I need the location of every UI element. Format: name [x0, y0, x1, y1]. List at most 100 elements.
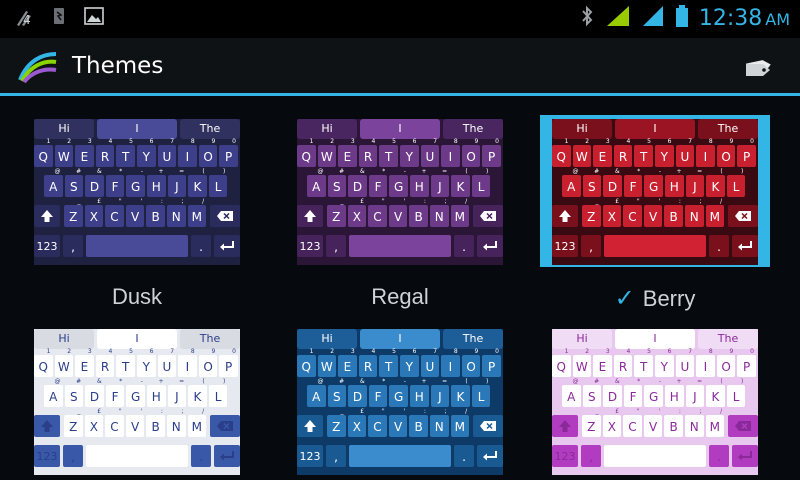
- theme-preview-frame[interactable]: Hi I The Q 1 W 2 E 3 R 4 T 5 Y 6 U 7 I 8 O 9 P 0 A @ S # D & F * G - H + J =…: [22, 325, 252, 477]
- bluetooth-icon: [579, 4, 595, 32]
- key: O9: [716, 348, 736, 377]
- key-label: S: [588, 390, 596, 404]
- key: Z _: [64, 408, 83, 437]
- key: D &: [603, 378, 622, 407]
- key-label: S: [333, 180, 341, 194]
- key-alt-label: ): [485, 378, 489, 385]
- key-alt-label: 7: [688, 138, 693, 145]
- theme-preview-frame[interactable]: Hi I The Q 1 W 2 E 3 R 4 T 5 Y 6 U 7 I 8 O 9 P 0 A @ S # D & F * G - H + J =…: [285, 325, 515, 477]
- key: P0: [737, 348, 756, 377]
- key-label: D: [607, 390, 618, 404]
- key-alt-label: 4: [108, 138, 113, 145]
- key-alt-label: :: [160, 198, 163, 205]
- key-alt-label: *: [637, 168, 641, 175]
- key-alt-label: 0: [495, 348, 499, 355]
- key: P0: [482, 348, 501, 377]
- keyboard-preview[interactable]: Hi I The Q 1 W 2 E 3 R 4 T 5 Y 6 U 7 I 8 O 9 P 0 A @ S # D & F * G - H + J =…: [297, 119, 503, 265]
- key-alt-label: +: [421, 378, 427, 385]
- key-alt-label: +: [676, 168, 682, 175]
- key-alt-label: =: [442, 378, 448, 385]
- key: Z _: [64, 198, 83, 227]
- key-label: H: [151, 180, 161, 194]
- enter-icon: [483, 451, 497, 461]
- key-label: Y: [405, 360, 413, 374]
- key-alt-label: 3: [605, 138, 610, 145]
- key-label: Y: [660, 360, 668, 374]
- key-alt-label: *: [119, 378, 123, 385]
- spacebar: [604, 235, 706, 257]
- key: M /: [187, 408, 207, 437]
- key-alt-label: &: [615, 168, 620, 175]
- shift-icon: [304, 210, 316, 222]
- key-alt-label: £: [97, 198, 102, 205]
- key: H +: [665, 378, 684, 407]
- key: W2: [572, 348, 592, 377]
- key-label: S: [70, 390, 78, 404]
- key-alt-label: /: [202, 198, 205, 205]
- notification-icons: 4: [14, 6, 104, 30]
- key-alt-label: =: [179, 168, 185, 175]
- key: S #: [582, 378, 602, 407]
- theme-preview-frame[interactable]: Hi I The Q 1 W 2 E 3 R 4 T 5 Y 6 U 7 I 8 O 9 P 0 A @ S # D & F * G - H + J =…: [22, 115, 252, 267]
- key: U7: [157, 138, 177, 167]
- keyboard-preview[interactable]: Hi I The Q 1 W 2 E 3 R 4 T 5 Y 6 U 7 I 8 O 9 P 0 A @ S # D & F * G - H + J =…: [297, 329, 503, 475]
- key: E3: [338, 138, 357, 167]
- enter-icon: [738, 241, 752, 251]
- key-label: C: [628, 210, 637, 224]
- key-label: D: [607, 180, 618, 194]
- key-label: N: [171, 210, 181, 224]
- key-alt-label: +: [158, 168, 164, 175]
- key-label: 123: [299, 450, 321, 463]
- spacebar: [349, 445, 451, 467]
- key: E3: [338, 348, 357, 377]
- status-bar: 4 12:38 AM: [0, 0, 800, 38]
- key-alt-label: ;: [444, 408, 447, 415]
- key: V ': [388, 408, 408, 437]
- tag-icon[interactable]: [744, 55, 774, 83]
- theme-preview-frame[interactable]: Hi I The Q 1 W 2 E 3 R 4 T 5 Y 6 U 7 I 8 O 9 P 0 A @ S # D & F * G - H + J =…: [540, 115, 770, 267]
- key: M /: [705, 198, 725, 227]
- key-alt-label: (: [465, 378, 468, 385]
- key-alt-label: ': [658, 198, 661, 205]
- key: N;: [685, 408, 704, 437]
- key-label: E: [80, 360, 89, 374]
- comma-key: ,: [63, 445, 83, 467]
- swiftkey-logo-icon[interactable]: [18, 50, 58, 88]
- key-label: Z: [587, 210, 596, 224]
- key-alt-label: ": [636, 408, 640, 415]
- key-label: K: [193, 390, 202, 404]
- theme-preview-frame[interactable]: Hi I The Q 1 W 2 E 3 R 4 T 5 Y 6 U 7 I 8 O 9 P 0 A @ S # D & F * G - H + J =…: [285, 115, 515, 267]
- key-label: F: [374, 180, 382, 194]
- key-alt-label: +: [421, 168, 427, 175]
- key-label: V: [130, 210, 140, 224]
- prediction-2: I: [360, 329, 440, 349]
- key: F *: [368, 168, 388, 197]
- key: G-: [389, 168, 408, 197]
- key: M /: [450, 408, 470, 437]
- system-icons: 12:38 AM: [579, 4, 790, 32]
- key: X £: [347, 408, 367, 437]
- prediction-2: I: [615, 119, 695, 139]
- keyboard-preview[interactable]: Hi I The Q 1 W 2 E 3 R 4 T 5 Y 6 U 7 I 8 O 9 P 0 A @ S # D & F * G - H + J =…: [34, 329, 240, 475]
- key: E3: [75, 348, 94, 377]
- key-label: J: [175, 180, 179, 194]
- key-alt-label: 6: [412, 138, 417, 145]
- key: C ": [105, 408, 124, 437]
- key-label: L: [477, 390, 485, 404]
- prediction-3: The: [443, 119, 503, 139]
- key: T5: [116, 138, 135, 167]
- keyboard-preview[interactable]: Hi I The Q 1 W 2 E 3 R 4 T 5 Y 6 U 7 I 8 O 9 P 0 A @ S # D & F * G - H + J =…: [552, 119, 758, 265]
- key: J =: [685, 378, 705, 407]
- keyboard-preview[interactable]: Hi I The Q 1 W 2 E 3 R 4 T 5 Y 6 U 7 I 8 O 9 P 0 A @ S # D & F * G - H + J =…: [34, 119, 240, 265]
- key: Z _: [582, 198, 601, 227]
- key-label: .: [199, 240, 203, 254]
- key-label: C: [110, 420, 119, 434]
- shift-key: [297, 205, 323, 227]
- key-label: K: [456, 390, 465, 404]
- theme-preview-frame[interactable]: Hi I The Q 1 W 2 E 3 R 4 T 5 Y 6 U 7 I 8 O 9 P 0 A @ S # D & F * G - H + J =…: [540, 325, 770, 477]
- key-label: .: [462, 240, 466, 254]
- key: B:: [146, 408, 165, 437]
- keyboard-preview[interactable]: Hi I The Q 1 W 2 E 3 R 4 T 5 Y 6 U 7 I 8 O 9 P 0 A @ S # D & F * G - H + J =…: [552, 329, 758, 475]
- key: Y6: [400, 138, 419, 167]
- key-alt-label: :: [423, 198, 426, 205]
